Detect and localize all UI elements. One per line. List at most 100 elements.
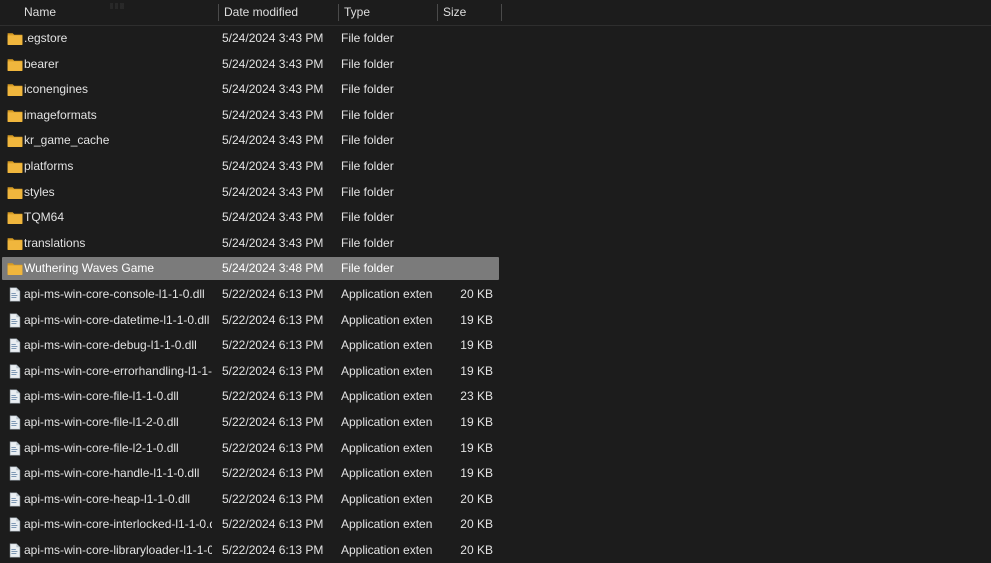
cell-name: api-ms-win-core-file-l2-1-0.dll [24,436,212,462]
cell-date-modified: 5/22/2024 6:13 PM [222,436,334,462]
column-divider-4[interactable] [501,4,502,21]
cell-type: File folder [341,52,433,78]
cell-type: Application exten... [341,436,433,462]
cell-type: Application exten... [341,487,433,513]
column-header-date-modified[interactable]: Date modified [224,0,334,25]
file-list-row[interactable]: api-ms-win-core-debug-l1-1-0.dll5/22/202… [0,333,991,359]
folder-icon [7,236,23,251]
cell-date-modified: 5/24/2024 3:43 PM [222,52,334,78]
cell-size [437,26,493,52]
column-header-size[interactable]: Size [443,0,495,25]
file-list-row[interactable]: api-ms-win-core-handle-l1-1-0.dll 5/22/20… [0,461,991,487]
cell-name: api-ms-win-core-console-l1-1-0.dll [24,282,212,308]
cell-name: api-ms-win-core-libraryloader-l1-1-0.dll [24,538,212,563]
file-list-row[interactable]: iconengines5/24/2024 3:43 PMFile folder [0,77,991,103]
file-list-row[interactable]: .egstore5/24/2024 3:43 PMFile folder [0,26,991,52]
file-list-row[interactable]: imageformats5/24/2024 3:43 PMFile folder [0,103,991,129]
cell-size [437,231,493,257]
cell-date-modified: 5/22/2024 6:13 PM [222,333,334,359]
cell-type: File folder [341,154,433,180]
file-list-row[interactable]: TQM645/24/2024 3:43 PMFile folder [0,205,991,231]
dll-file-icon [7,415,23,430]
cell-size: 20 KB [437,487,493,513]
cell-size [437,77,493,103]
cell-name: api-ms-win-core-heap-l1-1-0.dll [24,487,212,513]
folder-icon [7,261,23,276]
cell-name: styles [24,180,212,206]
cell-size: 20 KB [437,538,493,563]
dll-file-icon [7,517,23,532]
cell-name: platforms [24,154,212,180]
file-list-row[interactable]: translations5/24/2024 3:43 PMFile folder [0,231,991,257]
dll-file-icon [7,313,23,328]
cell-name: api-ms-win-core-file-l1-1-0.dll [24,384,212,410]
column-divider-2[interactable] [338,4,339,21]
column-header-type[interactable]: Type [344,0,432,25]
cell-type: Application exten... [341,384,433,410]
cell-date-modified: 5/24/2024 3:43 PM [222,205,334,231]
cell-name: Wuthering Waves Game [24,256,212,282]
cell-name: api-ms-win-core-handle-l1-1-0.dll [24,461,212,487]
dll-file-icon [7,338,23,353]
cell-size: 19 KB [437,359,493,385]
cell-date-modified: 5/24/2024 3:43 PM [222,180,334,206]
folder-icon [7,159,23,174]
cell-size [437,205,493,231]
cell-size: 20 KB [437,282,493,308]
folder-icon [7,185,23,200]
file-list-row[interactable]: api-ms-win-core-file-l1-2-0.dll5/22/2024… [0,410,991,436]
folder-icon [7,108,23,123]
dll-file-icon [7,287,23,302]
cell-name: TQM64 [24,205,212,231]
cell-type: Application exten... [341,461,433,487]
cell-date-modified: 5/22/2024 6:13 PM [222,384,334,410]
cell-name: bearer [24,52,212,78]
file-list-row[interactable]: api-ms-win-core-libraryloader-l1-1-0.dll… [0,538,991,563]
column-divider-3[interactable] [437,4,438,21]
dll-file-icon [7,466,23,481]
cell-size: 19 KB [437,410,493,436]
cell-date-modified: 5/24/2024 3:43 PM [222,77,334,103]
cell-type: File folder [341,231,433,257]
cell-type: Application exten... [341,282,433,308]
cell-name: api-ms-win-core-datetime-l1-1-0.dll [24,308,212,334]
file-list-row[interactable]: Wuthering Waves Game5/24/2024 3:48 PMFil… [0,256,991,282]
file-list-row[interactable]: api-ms-win-core-heap-l1-1-0.dll 5/22/2024… [0,487,991,513]
cell-type: Application exten... [341,538,433,563]
file-list-row[interactable]: api-ms-win-core-console-l1-1-0.dll 5/22/2… [0,282,991,308]
column-header-row: Name Date modified Type Size [0,0,991,26]
cell-name: imageformats [24,103,212,129]
file-list-row[interactable]: platforms 5/24/2024 3:43 PM File folder [0,154,991,180]
cell-size: 19 KB [437,436,493,462]
cell-size [437,103,493,129]
cell-date-modified: 5/22/2024 6:13 PM [222,282,334,308]
file-list-row[interactable]: api-ms-win-core-file-l1-1-0.dll 5/22/2024… [0,384,991,410]
folder-icon [7,57,23,72]
folder-icon [7,133,23,148]
file-list-row[interactable]: api-ms-win-core-errorhandling-l1-1-0.dll… [0,359,991,385]
dll-file-icon [7,441,23,456]
cell-size [437,128,493,154]
cell-size [437,154,493,180]
cell-type: Application exten... [341,512,433,538]
file-list-row[interactable]: styles5/24/2024 3:43 PMFile folder [0,180,991,206]
cell-type: File folder [341,26,433,52]
file-list-row[interactable]: api-ms-win-core-interlocked-l1-1-0.dll5/… [0,512,991,538]
cell-date-modified: 5/22/2024 6:13 PM [222,487,334,513]
cell-name: .egstore [24,26,212,52]
cell-date-modified: 5/24/2024 3:43 PM [222,154,334,180]
file-list-row[interactable]: api-ms-win-core-datetime-l1-1-0.dll5/22/… [0,308,991,334]
column-divider-1[interactable] [218,4,219,21]
file-list-row[interactable]: kr_game_cache5/24/2024 3:43 PMFile folde… [0,128,991,154]
cell-name: iconengines [24,77,212,103]
cell-size: 19 KB [437,333,493,359]
cell-name: kr_game_cache [24,128,212,154]
cell-name: api-ms-win-core-errorhandling-l1-1-0.dll [24,359,212,385]
file-list-row[interactable]: api-ms-win-core-file-l2-1-0.dll 5/22/2024… [0,436,991,462]
cell-name: translations [24,231,212,257]
cell-type: Application exten... [341,410,433,436]
folder-icon [7,82,23,97]
cell-type: Application exten... [341,359,433,385]
cell-date-modified: 5/22/2024 6:13 PM [222,461,334,487]
file-list-row[interactable]: bearer 5/24/2024 3:43 PM File folder [0,52,991,78]
